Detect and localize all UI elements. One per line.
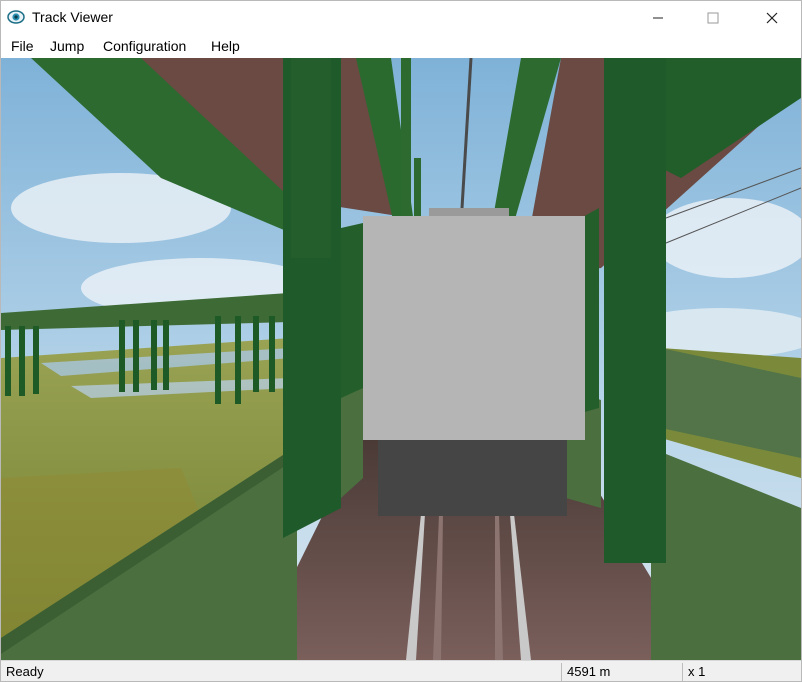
track-scene [1,57,801,660]
menu-bar: File Jump Configuration Help [1,34,801,58]
pier [119,320,125,392]
track-viewer-eye-icon [7,8,25,26]
steel-column-left-lattice [291,58,331,258]
status-text: Ready [6,664,44,679]
pier [163,320,169,390]
track-viewer-window: Track Viewer File Jump Configuration Hel… [0,0,802,682]
catenary-mast [414,158,421,218]
pier [235,316,241,404]
pier [151,320,157,390]
train-lower-body [378,440,567,516]
pier [215,316,221,404]
pier [269,316,275,392]
speed-multiplier: x 1 [682,663,800,681]
minimize-button[interactable] [635,1,681,34]
3d-track-view[interactable] [1,57,801,660]
pier [5,326,11,396]
status-bar: Ready 4591 m x 1 [1,660,801,681]
menu-file[interactable]: File [11,38,34,54]
catenary-mast [401,58,411,228]
title-bar[interactable]: Track Viewer [1,1,801,34]
window-title: Track Viewer [32,9,113,25]
close-button[interactable] [749,1,795,34]
menu-help[interactable]: Help [211,38,240,54]
pier [33,326,39,394]
minimize-icon [653,17,663,19]
close-icon [766,12,778,24]
train-body [363,216,585,440]
menu-jump[interactable]: Jump [50,38,84,54]
pier [133,320,139,392]
steel-column-right [604,58,666,563]
steel-column-left-far [341,223,363,398]
maximize-button[interactable] [690,1,736,34]
menu-configuration[interactable]: Configuration [103,38,186,54]
distance-readout: 4591 m [561,663,679,681]
maximize-icon [707,12,719,24]
pier [19,326,25,396]
pier [253,316,259,392]
